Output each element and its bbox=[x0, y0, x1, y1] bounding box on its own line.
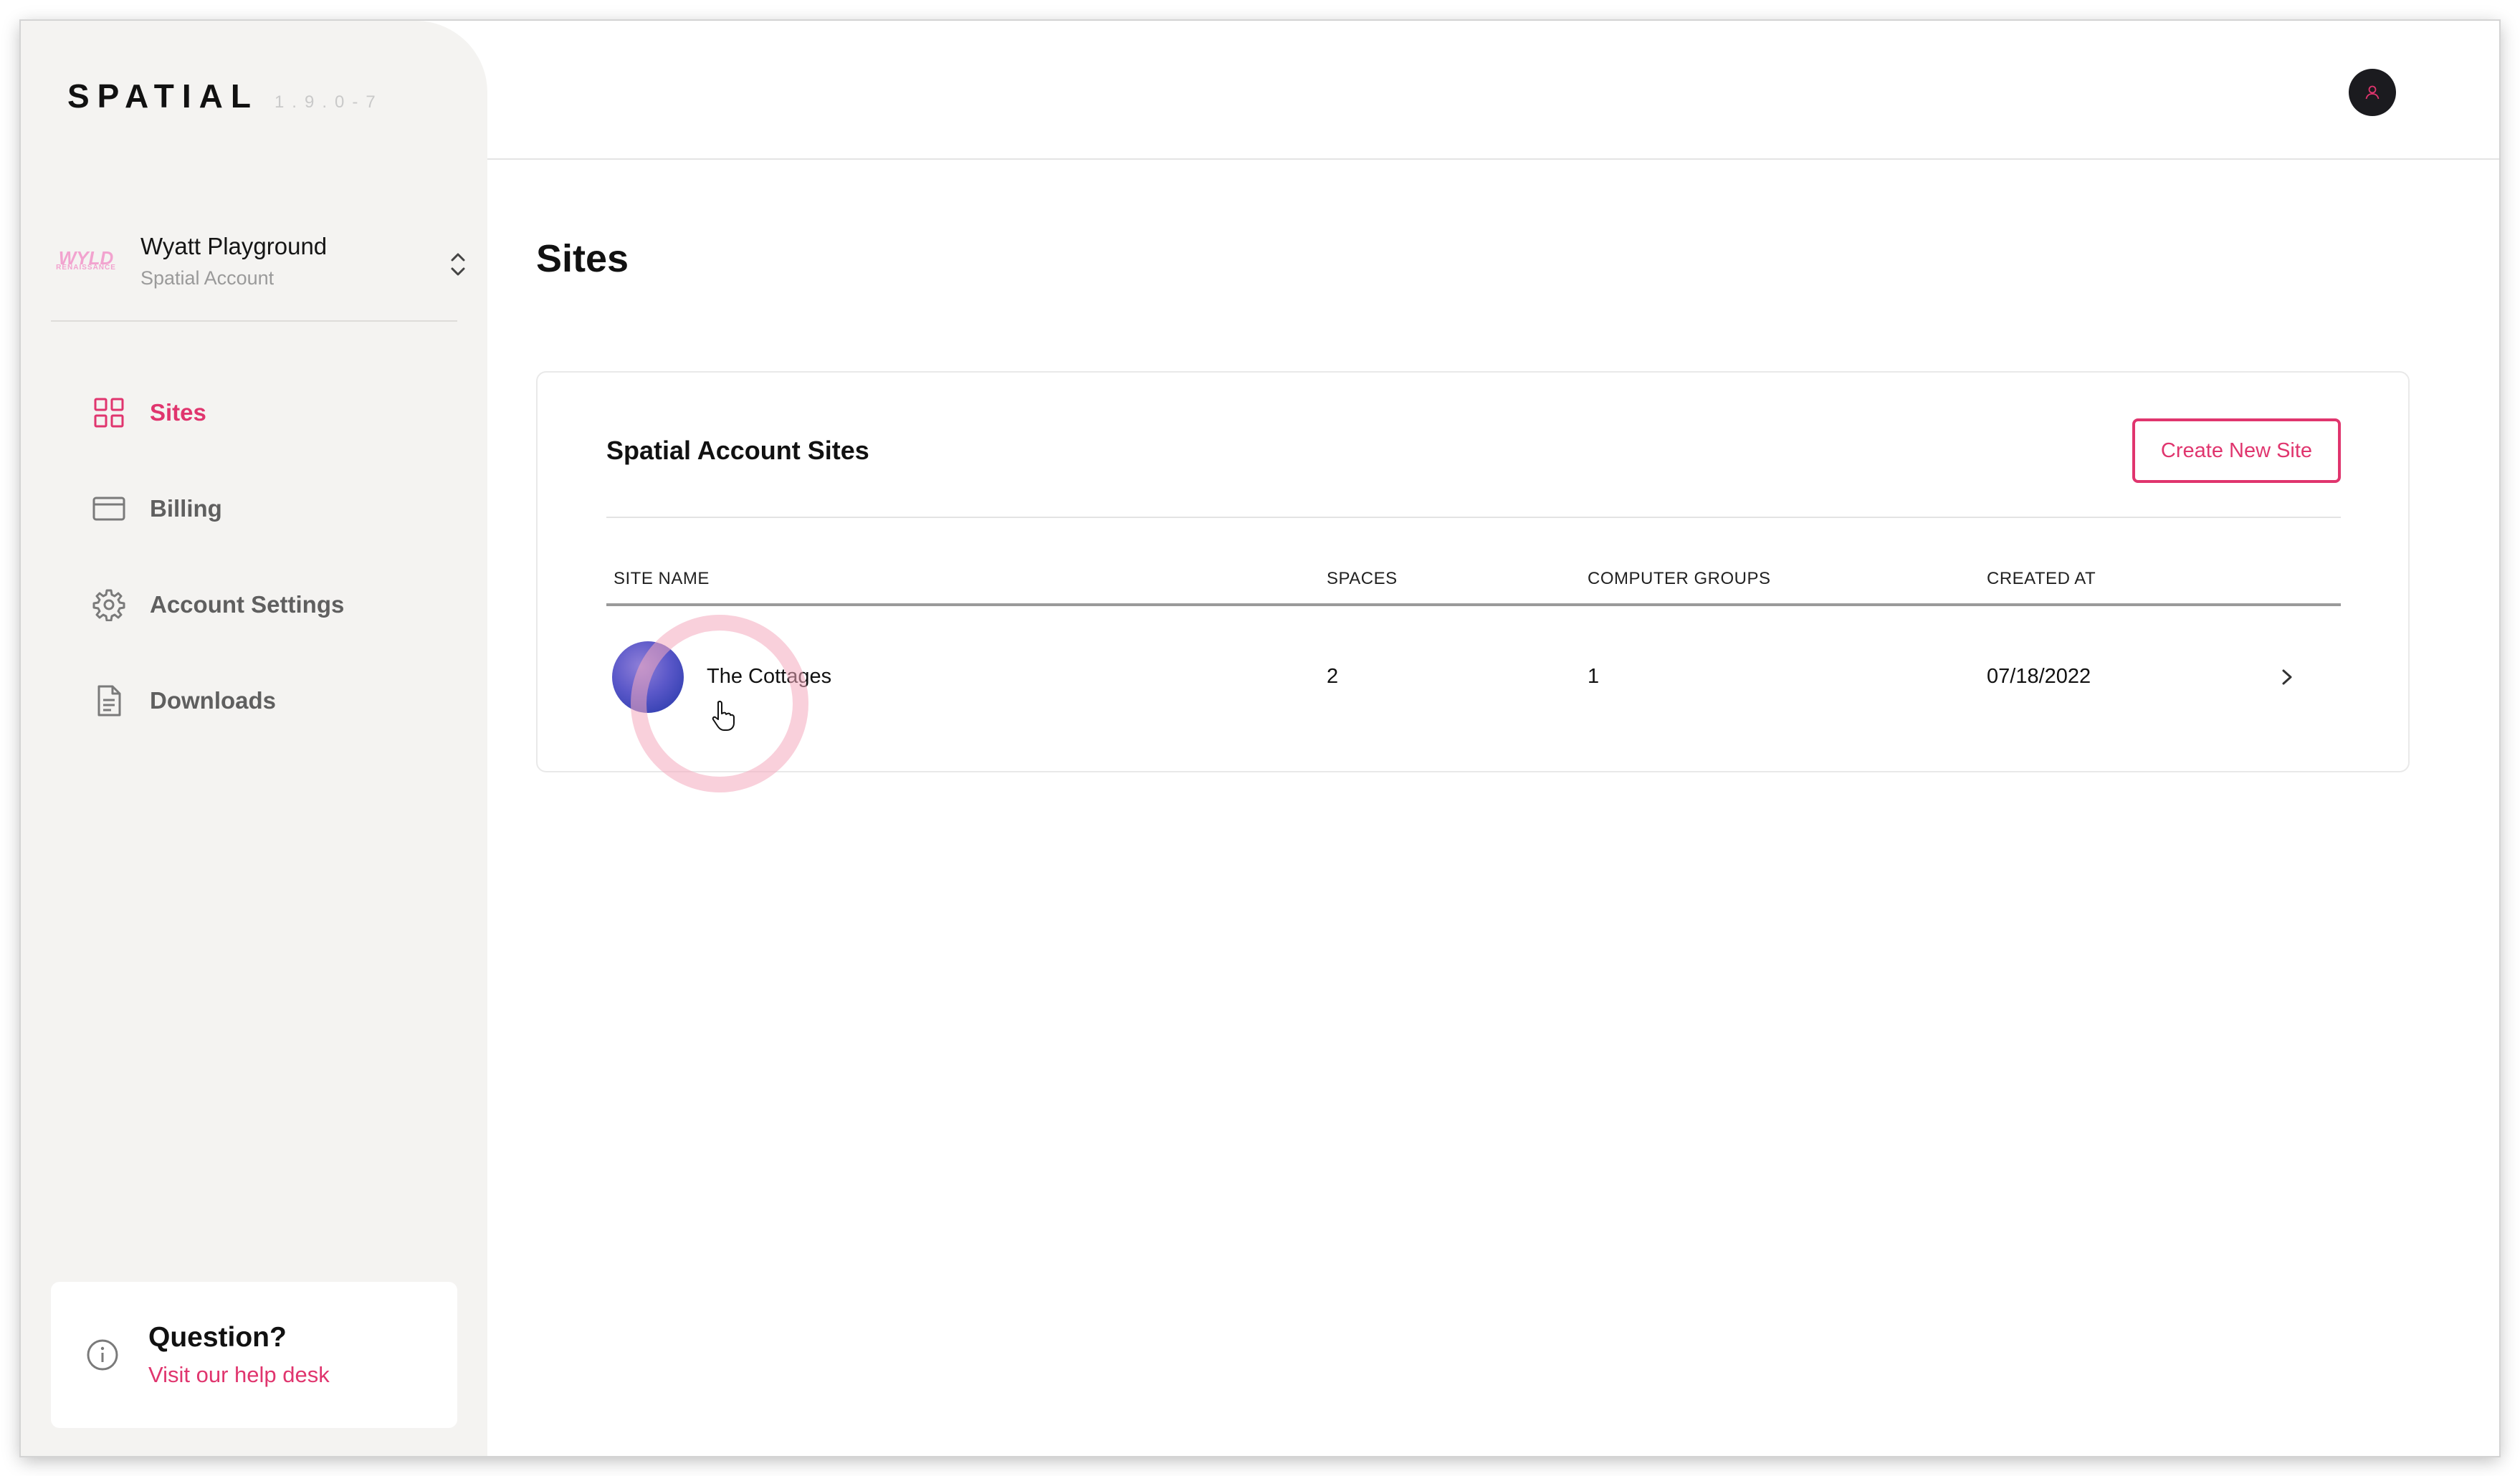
document-icon bbox=[97, 685, 121, 717]
user-icon bbox=[2365, 85, 2380, 100]
sidebar-item-downloads[interactable]: Downloads bbox=[51, 653, 457, 749]
app-version: 1.9.0-7 bbox=[274, 92, 383, 112]
column-header-spaces[interactable]: SPACES bbox=[1327, 569, 1398, 589]
credit-card-icon bbox=[92, 497, 125, 521]
column-header-site-name[interactable]: SITE NAME bbox=[614, 569, 710, 589]
column-header-computer-groups[interactable]: COMPUTER GROUPS bbox=[1588, 569, 1771, 589]
site-name-cell: The Cottages bbox=[707, 665, 832, 688]
account-logo-subtext: RENAISSANCE bbox=[56, 264, 116, 272]
chevron-up-down-icon[interactable] bbox=[444, 243, 472, 286]
help-title: Question? bbox=[148, 1322, 287, 1353]
created-at-cell: 07/18/2022 bbox=[1987, 665, 2091, 688]
grid-icon bbox=[94, 398, 124, 428]
account-name: Wyatt Playground bbox=[140, 232, 328, 259]
chevron-right-icon[interactable] bbox=[2276, 665, 2298, 689]
sidebar: SPATIAL 1.9.0-7 WYLD RENAISSANCE Wyatt P… bbox=[21, 21, 487, 1456]
table-divider bbox=[606, 517, 2341, 518]
table-row[interactable]: The Cottages 2 1 07/18/2022 bbox=[606, 606, 2341, 764]
account-switcher[interactable]: WYLD RENAISSANCE Wyatt Playground Spatia… bbox=[56, 214, 472, 307]
account-type: Spatial Account bbox=[140, 267, 275, 289]
brand-logo: SPATIAL bbox=[67, 77, 259, 115]
sidebar-item-label: Sites bbox=[150, 399, 206, 426]
help-card: Question? Visit our help desk bbox=[51, 1282, 457, 1428]
create-new-site-button[interactable]: Create New Site bbox=[2132, 418, 2341, 483]
sidebar-item-sites[interactable]: Sites bbox=[51, 365, 457, 461]
spaces-cell: 2 bbox=[1327, 665, 1339, 688]
column-header-created-at[interactable]: CREATED AT bbox=[1987, 569, 2096, 589]
account-logo: WYLD RENAISSANCE bbox=[56, 239, 116, 282]
info-icon bbox=[87, 1339, 118, 1371]
sidebar-item-account-settings[interactable]: Account Settings bbox=[51, 557, 457, 653]
help-text: Question? Visit our help desk bbox=[148, 1322, 330, 1388]
sites-card: Spatial Account Sites Create New Site SI… bbox=[536, 371, 2410, 772]
site-thumbnail bbox=[612, 641, 684, 713]
help-desk-link[interactable]: Visit our help desk bbox=[148, 1362, 330, 1388]
sidebar-divider bbox=[51, 320, 457, 322]
account-info: Wyatt Playground Spatial Account bbox=[140, 233, 327, 289]
computer-groups-cell: 1 bbox=[1588, 665, 1600, 688]
brand: SPATIAL 1.9.0-7 bbox=[67, 77, 383, 115]
sidebar-nav: Sites Billing Account Settings Downloads bbox=[51, 365, 457, 749]
sidebar-item-billing[interactable]: Billing bbox=[51, 461, 457, 557]
top-bar bbox=[487, 21, 2499, 160]
sidebar-item-label: Billing bbox=[150, 495, 222, 522]
sidebar-item-label: Account Settings bbox=[150, 591, 345, 618]
page-title: Sites bbox=[536, 237, 629, 280]
user-avatar[interactable] bbox=[2349, 69, 2396, 116]
gear-icon bbox=[92, 589, 125, 621]
card-title: Spatial Account Sites bbox=[606, 436, 869, 465]
sidebar-item-label: Downloads bbox=[150, 687, 277, 714]
